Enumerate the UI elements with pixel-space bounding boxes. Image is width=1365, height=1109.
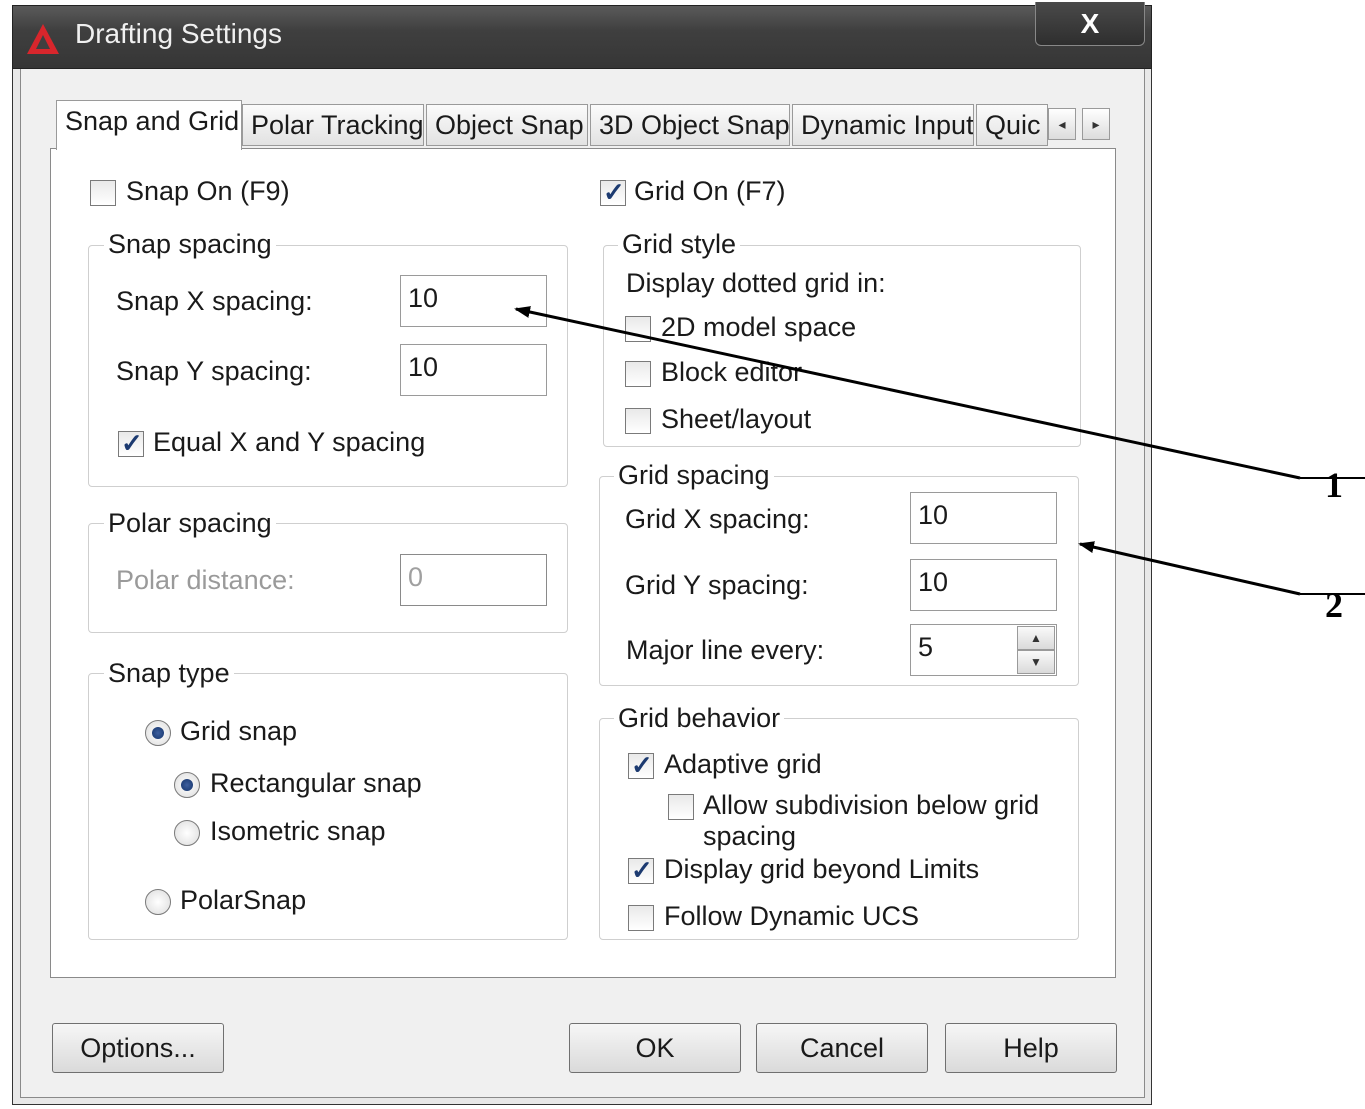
snap-spacing-title: Snap spacing xyxy=(104,229,276,260)
follow-dynamic-ucs-label: Follow Dynamic UCS xyxy=(664,901,920,931)
tab-dynamic-input[interactable]: Dynamic Input xyxy=(792,104,974,146)
grid-y-spacing-label: Grid Y spacing: xyxy=(625,570,809,600)
equal-xy-spacing-label: Equal X and Y spacing xyxy=(153,427,426,457)
spin-up-icon[interactable]: ▲ xyxy=(1017,626,1055,650)
close-button[interactable]: X xyxy=(1035,2,1145,46)
follow-dynamic-ucs-checkbox[interactable] xyxy=(628,905,654,931)
block-editor-label: Block editor xyxy=(661,357,803,387)
grid-spacing-title: Grid spacing xyxy=(614,460,774,491)
tab-polar-tracking[interactable]: Polar Tracking xyxy=(242,104,424,146)
grid-x-spacing-label: Grid X spacing: xyxy=(625,504,810,534)
cancel-button[interactable]: Cancel xyxy=(756,1023,928,1073)
polar-spacing-title: Polar spacing xyxy=(104,508,276,539)
adaptive-grid-checkbox[interactable] xyxy=(628,750,654,781)
model-space-label: 2D model space xyxy=(661,312,857,342)
grid-behavior-title: Grid behavior xyxy=(614,703,785,734)
display-beyond-limits-label: Display grid beyond Limits xyxy=(664,854,980,884)
grid-style-title: Grid style xyxy=(618,229,741,260)
tab-object-snap[interactable]: Object Snap xyxy=(426,104,588,146)
grid-on-label: Grid On (F7) xyxy=(634,176,786,206)
polar-distance-input[interactable]: 0 xyxy=(400,554,547,606)
major-line-every-label: Major line every: xyxy=(626,635,825,665)
isometric-snap-radio[interactable] xyxy=(174,820,200,846)
sheet-layout-checkbox[interactable] xyxy=(625,408,651,434)
tab-snap-and-grid[interactable]: Snap and Grid xyxy=(56,100,242,150)
snap-x-spacing-label: Snap X spacing: xyxy=(116,286,313,316)
snap-y-spacing-label: Snap Y spacing: xyxy=(116,356,312,386)
grid-on-checkbox[interactable] xyxy=(600,177,626,208)
help-button[interactable]: Help xyxy=(945,1023,1117,1073)
model-space-checkbox[interactable] xyxy=(625,316,651,342)
isometric-snap-label: Isometric snap xyxy=(210,816,386,846)
display-beyond-limits-checkbox[interactable] xyxy=(628,855,654,886)
snap-x-spacing-input[interactable]: 10 xyxy=(400,275,547,327)
equal-xy-spacing-checkbox[interactable] xyxy=(118,428,144,459)
ok-button[interactable]: OK xyxy=(569,1023,741,1073)
allow-subdivision-checkbox[interactable] xyxy=(668,794,694,820)
adaptive-grid-label: Adaptive grid xyxy=(664,749,822,779)
tab-scroll-right-icon[interactable]: ▸ xyxy=(1082,108,1110,140)
autocad-logo-icon xyxy=(26,22,60,56)
grid-y-spacing-input[interactable]: 10 xyxy=(910,559,1057,611)
spin-down-icon[interactable]: ▼ xyxy=(1017,650,1055,674)
snap-y-spacing-input[interactable]: 10 xyxy=(400,344,547,396)
rectangular-snap-radio[interactable] xyxy=(174,772,200,798)
allow-subdivision-label: Allow subdivision below grid xyxy=(703,790,1040,820)
options-button[interactable]: Options... xyxy=(52,1023,224,1073)
block-editor-checkbox[interactable] xyxy=(625,361,651,387)
polarsnap-radio[interactable] xyxy=(145,889,171,915)
snap-on-label: Snap On (F9) xyxy=(126,176,290,206)
window-title: Drafting Settings xyxy=(75,18,282,49)
sheet-layout-label: Sheet/layout xyxy=(661,404,812,434)
polarsnap-label: PolarSnap xyxy=(180,885,307,915)
tab-quick-properties[interactable]: Quic xyxy=(976,104,1048,146)
allow-subdivision-label-line2: spacing xyxy=(703,821,797,851)
tab-3d-object-snap[interactable]: 3D Object Snap xyxy=(590,104,790,146)
grid-snap-radio[interactable] xyxy=(145,720,171,746)
display-dotted-grid-label: Display dotted grid in: xyxy=(626,268,886,298)
grid-snap-label: Grid snap xyxy=(180,716,298,746)
callout-label-1: 1 xyxy=(1325,465,1343,505)
snap-type-title: Snap type xyxy=(104,658,234,689)
tab-scroll-left-icon[interactable]: ◂ xyxy=(1048,108,1076,140)
rectangular-snap-label: Rectangular snap xyxy=(210,768,422,798)
callout-label-2: 2 xyxy=(1325,585,1343,625)
snap-on-checkbox[interactable] xyxy=(90,180,116,206)
polar-distance-label: Polar distance: xyxy=(116,565,295,595)
grid-x-spacing-input[interactable]: 10 xyxy=(910,492,1057,544)
